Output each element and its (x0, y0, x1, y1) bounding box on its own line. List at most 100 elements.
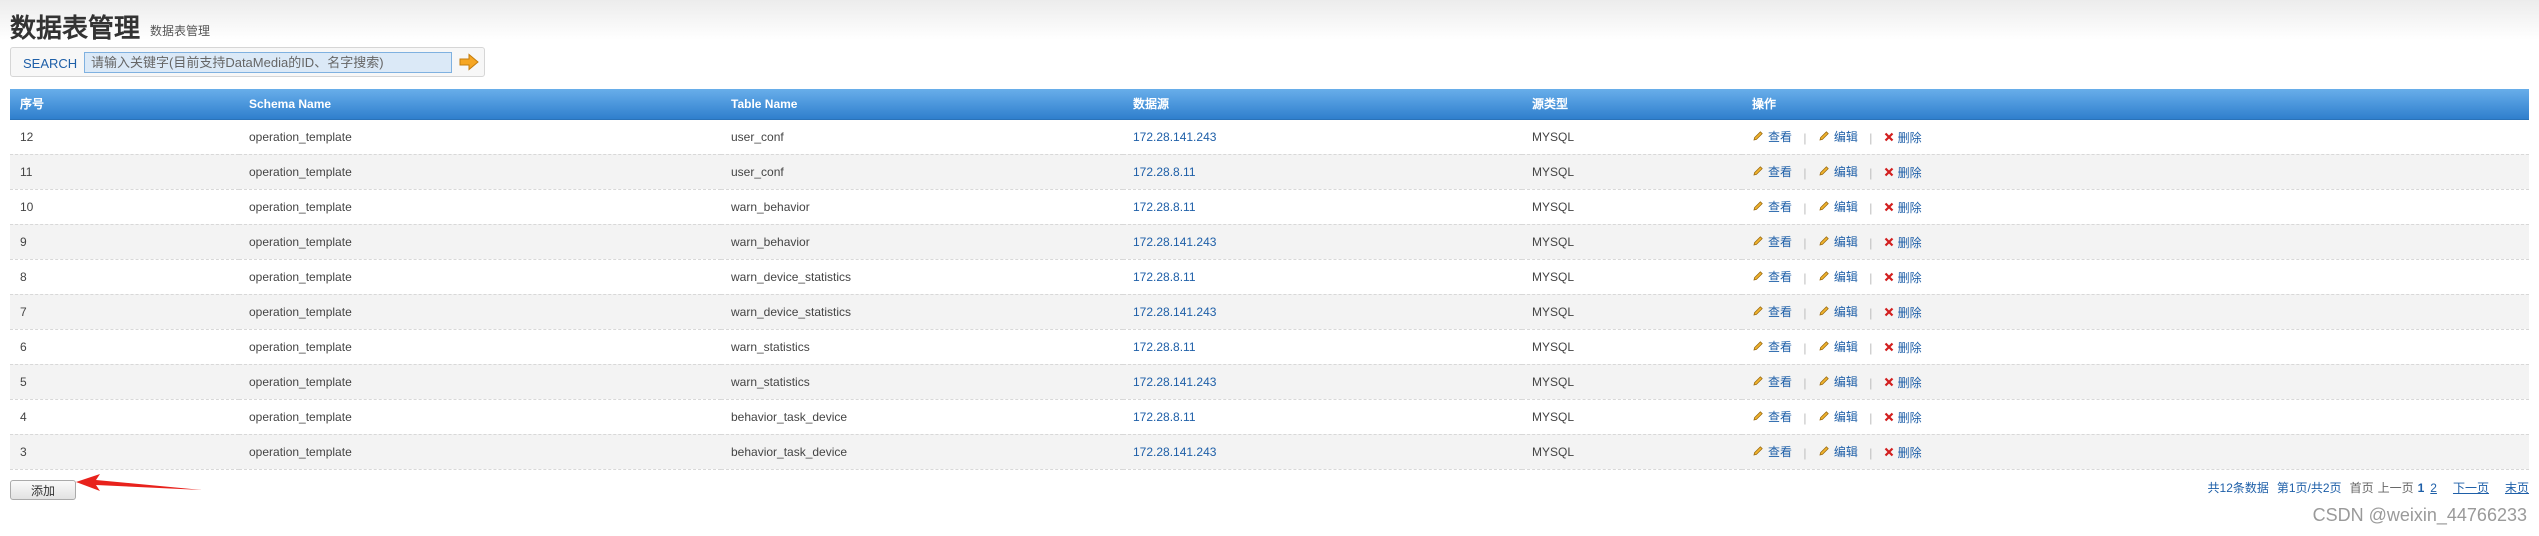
pencil-icon (1753, 411, 1763, 421)
add-button[interactable]: 添加 (10, 480, 76, 500)
cell-type: MYSQL (1522, 294, 1742, 330)
cell-index: 8 (10, 259, 239, 295)
cell-schema: operation_template (239, 224, 721, 260)
pencil-icon (1819, 271, 1829, 281)
cell-actions: 查看 | 编辑 | 删除 (1742, 224, 2529, 260)
delete-button[interactable]: 删除 (1884, 234, 1922, 251)
edit-button[interactable]: 编辑 (1818, 443, 1858, 460)
pagination-next[interactable]: 下一页 (2453, 479, 2489, 496)
view-label: 查看 (1768, 164, 1793, 179)
source-link[interactable]: 172.28.141.243 (1133, 235, 1216, 249)
action-separator: | (1869, 446, 1873, 460)
view-button[interactable]: 查看 (1752, 408, 1792, 425)
pencil-icon (1753, 341, 1763, 351)
table-row: 6 operation_template warn_statistics 172… (10, 329, 2529, 365)
pencil-icon (1819, 201, 1829, 211)
view-label: 查看 (1768, 269, 1793, 284)
view-button[interactable]: 查看 (1752, 303, 1792, 320)
pencil-icon (1819, 166, 1829, 176)
edit-button[interactable]: 编辑 (1818, 128, 1858, 145)
edit-button[interactable]: 编辑 (1818, 268, 1858, 285)
page-title: 数据表管理 (10, 13, 141, 43)
cell-table: warn_behavior (721, 189, 1123, 225)
pencil-icon (1819, 236, 1829, 246)
delete-button[interactable]: 删除 (1884, 164, 1922, 181)
view-label: 查看 (1768, 234, 1793, 249)
source-link[interactable]: 172.28.141.243 (1133, 305, 1216, 319)
cell-type: MYSQL (1522, 224, 1742, 260)
delete-label: 删除 (1897, 410, 1922, 425)
delete-button[interactable]: 删除 (1884, 374, 1922, 391)
action-separator: | (1869, 376, 1873, 390)
source-link[interactable]: 172.28.141.243 (1133, 445, 1216, 459)
source-link[interactable]: 172.28.8.11 (1133, 270, 1196, 284)
pencil-icon (1753, 271, 1763, 281)
pencil-icon (1819, 376, 1829, 386)
edit-button[interactable]: 编辑 (1818, 198, 1858, 215)
table-row: 5 operation_template warn_statistics 172… (10, 364, 2529, 400)
delete-button[interactable]: 删除 (1884, 304, 1922, 321)
pencil-icon (1753, 131, 1763, 141)
cell-index: 7 (10, 294, 239, 330)
table-row: 7 operation_template warn_device_statist… (10, 294, 2529, 330)
delete-button[interactable]: 删除 (1884, 444, 1922, 461)
cell-actions: 查看 | 编辑 | 删除 (1742, 259, 2529, 295)
action-separator: | (1803, 306, 1807, 320)
delete-button[interactable]: 删除 (1884, 269, 1922, 286)
view-button[interactable]: 查看 (1752, 128, 1792, 145)
edit-label: 编辑 (1833, 374, 1858, 389)
cell-table: warn_statistics (721, 329, 1123, 365)
cell-type: MYSQL (1522, 329, 1742, 365)
cell-type: MYSQL (1522, 399, 1742, 435)
edit-label: 编辑 (1833, 304, 1858, 319)
cell-index: 11 (10, 154, 239, 190)
cell-type: MYSQL (1522, 434, 1742, 470)
delete-button[interactable]: 删除 (1884, 409, 1922, 426)
view-button[interactable]: 查看 (1752, 373, 1792, 390)
edit-button[interactable]: 编辑 (1818, 373, 1858, 390)
source-link[interactable]: 172.28.141.243 (1133, 375, 1216, 389)
column-header-actions: 操作 (1742, 89, 2529, 120)
view-button[interactable]: 查看 (1752, 268, 1792, 285)
pencil-icon (1753, 236, 1763, 246)
delete-label: 删除 (1897, 165, 1922, 180)
cell-index: 4 (10, 399, 239, 435)
edit-button[interactable]: 编辑 (1818, 303, 1858, 320)
delete-button[interactable]: 删除 (1884, 339, 1922, 356)
view-button[interactable]: 查看 (1752, 163, 1792, 180)
view-button[interactable]: 查看 (1752, 233, 1792, 250)
edit-label: 编辑 (1833, 409, 1858, 424)
source-link[interactable]: 172.28.8.11 (1133, 340, 1196, 354)
edit-button[interactable]: 编辑 (1818, 233, 1858, 250)
view-button[interactable]: 查看 (1752, 443, 1792, 460)
source-link[interactable]: 172.28.8.11 (1133, 410, 1196, 424)
pagination-last[interactable]: 末页 (2505, 479, 2529, 496)
cell-schema: operation_template (239, 154, 721, 190)
edit-button[interactable]: 编辑 (1818, 163, 1858, 180)
cell-table: warn_device_statistics (721, 259, 1123, 295)
edit-label: 编辑 (1833, 269, 1858, 284)
view-button[interactable]: 查看 (1752, 338, 1792, 355)
delete-button[interactable]: 删除 (1884, 199, 1922, 216)
view-button[interactable]: 查看 (1752, 198, 1792, 215)
action-separator: | (1803, 341, 1807, 355)
cell-source: 172.28.8.11 (1123, 329, 1522, 365)
source-link[interactable]: 172.28.8.11 (1133, 200, 1196, 214)
search-input[interactable] (84, 52, 452, 73)
table-row: 10 operation_template warn_behavior 172.… (10, 189, 2529, 225)
action-separator: | (1803, 166, 1807, 180)
search-go-button[interactable] (458, 53, 480, 71)
delete-label: 删除 (1897, 375, 1922, 390)
source-link[interactable]: 172.28.8.11 (1133, 165, 1196, 179)
close-icon (1884, 132, 1893, 142)
edit-button[interactable]: 编辑 (1818, 338, 1858, 355)
pencil-icon (1819, 411, 1829, 421)
delete-button[interactable]: 删除 (1884, 129, 1922, 146)
delete-label: 删除 (1897, 130, 1922, 145)
pagination-page-2[interactable]: 2 (2430, 481, 2437, 495)
action-separator: | (1869, 201, 1873, 215)
source-link[interactable]: 172.28.141.243 (1133, 130, 1216, 144)
table-row: 9 operation_template warn_behavior 172.2… (10, 224, 2529, 260)
edit-button[interactable]: 编辑 (1818, 408, 1858, 425)
cell-actions: 查看 | 编辑 | 删除 (1742, 434, 2529, 470)
